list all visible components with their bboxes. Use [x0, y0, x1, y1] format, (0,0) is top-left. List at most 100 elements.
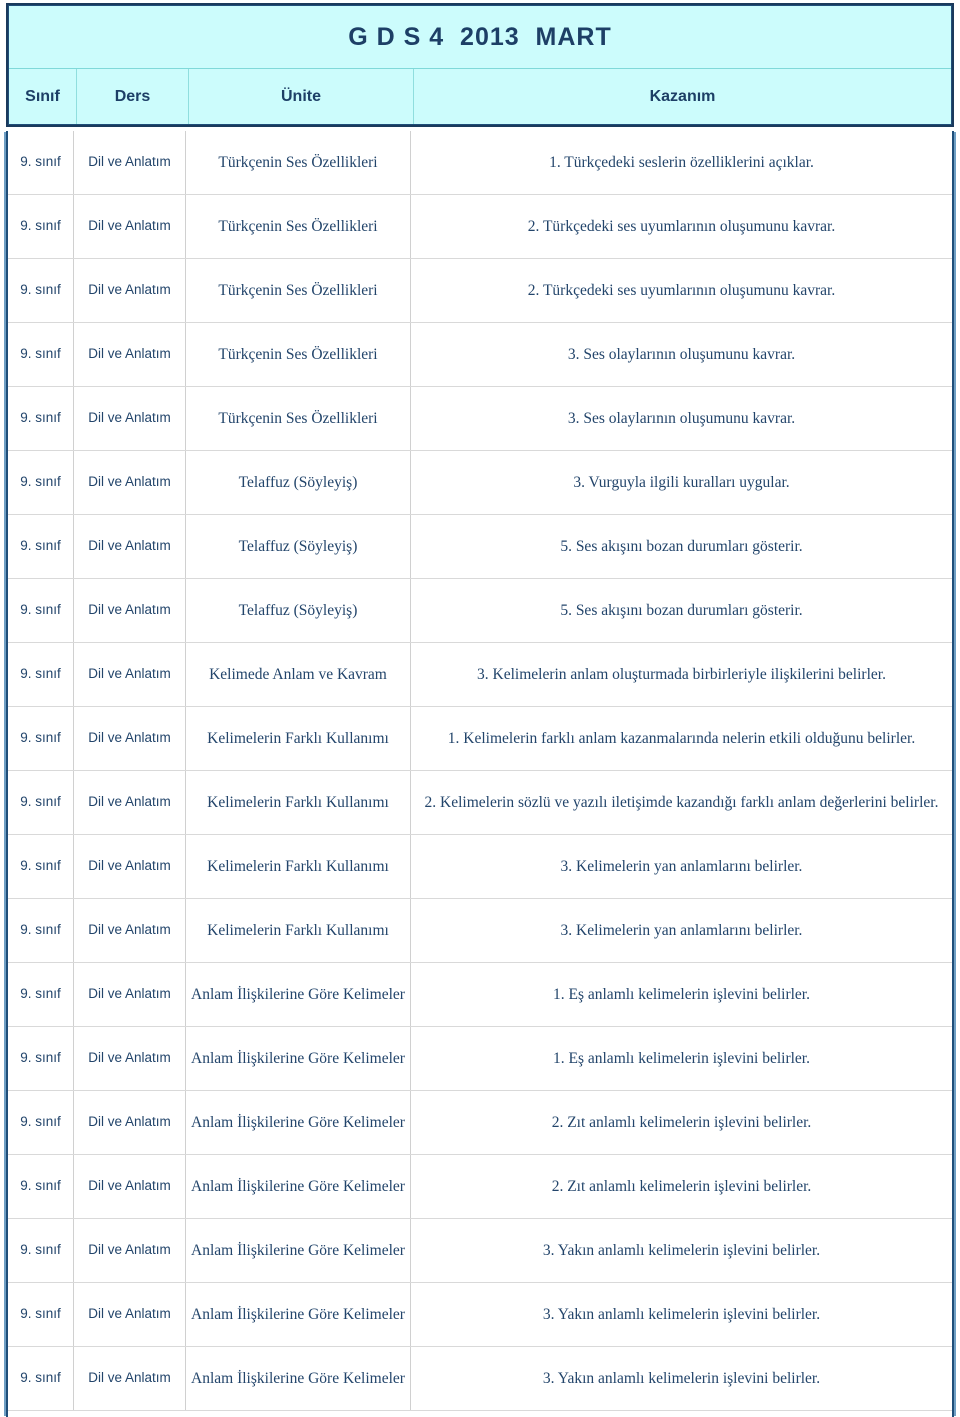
cell-unite: Türkçenin Ses Özellikleri	[186, 259, 411, 322]
cell-ders: Dil ve Anlatım	[74, 1155, 186, 1218]
table-row: 9. sınıf Dil ve Anlatım Kelimelerin Farklı…	[8, 771, 952, 835]
cell-kazanim: 2. Zıt anlamlı kelimelerin işlevini beli…	[551, 1113, 812, 1131]
cell-unite: Kelimelerin Farklı Kullanımı	[186, 835, 411, 898]
cell-kazanim: 5. Ses akışını bozan durumları gösterir.	[560, 601, 803, 619]
cell-unite: Telaffuz (Söyleyiş)	[186, 451, 411, 514]
cell-kazanim: 2. Kelimelerin sözlü ve yazılı iletişimd…	[424, 793, 939, 811]
table-header-inner: G D S 4 2013 MART Sınıf Ders Ünite Kazan…	[8, 5, 952, 125]
cell-ders: Dil ve Anlatım	[74, 771, 186, 834]
cell-sinif: 9. sınıf	[8, 451, 74, 514]
cell-unite: Telaffuz (Söyleyiş)	[186, 579, 411, 642]
cell-unite: Türkçenin Ses Özellikleri	[186, 131, 411, 194]
table-row: 9. sınıf Dil ve Anlatım Anlam İlişkilerine…	[8, 963, 952, 1027]
cell-unite: Anlam İlişkilerine Göre Kelimeler	[186, 1219, 411, 1282]
cell-ders: Dil ve Anlatım	[74, 515, 186, 578]
column-header-unite: Ünite	[189, 69, 414, 124]
cell-unite: Anlam İlişkilerine Göre Kelimeler	[186, 1283, 411, 1346]
table-row: 9. sınıf Dil ve Anlatım Telaffuz (Söyleyiş…	[8, 451, 952, 515]
cell-kazanim: 3. Yakın anlamlı kelimelerin işlevini be…	[542, 1241, 821, 1259]
table-row: 9. sınıf Dil ve Anlatım Kelimelerin Farklı…	[8, 899, 952, 963]
cell-sinif: 9. sınıf	[8, 1091, 74, 1154]
cell-unite: Türkçenin Ses Özellikleri	[186, 387, 411, 450]
cell-ders: Dil ve Anlatım	[74, 963, 186, 1026]
cell-ders: Dil ve Anlatım	[74, 1091, 186, 1154]
cell-sinif: 9. sınıf	[8, 1027, 74, 1090]
cell-unite: Kelimelerin Farklı Kullanımı	[186, 899, 411, 962]
table-row: 9. sınıf Dil ve Anlatım Telaffuz (Söyleyiş…	[8, 515, 952, 579]
cell-kazanim: 3. Kelimelerin anlam oluşturmada birbirl…	[477, 665, 886, 683]
cell-sinif: 9. sınıf	[8, 835, 74, 898]
table-column-header-row: Sınıf Ders Ünite Kazanım	[9, 69, 951, 124]
cell-ders: Dil ve Anlatım	[74, 1283, 186, 1346]
cell-sinif: 9. sınıf	[8, 963, 74, 1026]
cell-sinif: 9. sınıf	[8, 387, 74, 450]
cell-sinif: 9. sınıf	[8, 323, 74, 386]
cell-ders: Dil ve Anlatım	[74, 451, 186, 514]
cell-unite: Kelimede Anlam ve Kavram	[186, 643, 411, 706]
cell-sinif: 9. sınıf	[8, 195, 74, 258]
cell-ders: Dil ve Anlatım	[74, 1347, 186, 1410]
table-row: 9. sınıf Dil ve Anlatım Kelimelerin Farklı…	[8, 707, 952, 771]
cell-ders: Dil ve Anlatım	[74, 1219, 186, 1282]
cell-sinif: 9. sınıf	[8, 515, 74, 578]
cell-unite: Kelimelerin Farklı Kullanımı	[186, 771, 411, 834]
cell-ders: Dil ve Anlatım	[74, 899, 186, 962]
cell-sinif: 9. sınıf	[8, 899, 74, 962]
table-row: 9. sınıf Dil ve Anlatım Türkçenin Ses Özel…	[8, 131, 952, 195]
cell-unite: Anlam İlişkilerine Göre Kelimeler	[186, 1027, 411, 1090]
cell-kazanim: 1. Türkçedeki seslerin özelliklerini açı…	[549, 153, 814, 171]
table-row: 9. sınıf Dil ve Anlatım Kelimelerin Farklı…	[8, 835, 952, 899]
column-header-ders: Ders	[77, 69, 189, 124]
cell-ders: Dil ve Anlatım	[74, 835, 186, 898]
cell-ders: Dil ve Anlatım	[74, 643, 186, 706]
cell-kazanim: 1. Eş anlamlı kelimelerin işlevini belir…	[553, 985, 810, 1003]
cell-unite: Telaffuz (Söyleyiş)	[186, 515, 411, 578]
table-row: 9. sınıf Dil ve Anlatım Anlam İlişkilerine…	[8, 1219, 952, 1283]
cell-sinif: 9. sınıf	[8, 771, 74, 834]
table-row: 9. sınıf Dil ve Anlatım Anlam İlişkilerine…	[8, 1283, 952, 1347]
cell-sinif: 9. sınıf	[8, 259, 74, 322]
cell-ders: Dil ve Anlatım	[74, 387, 186, 450]
page-title: G D S 4 2013 MART	[348, 22, 612, 51]
cell-unite: Türkçenin Ses Özellikleri	[186, 195, 411, 258]
cell-kazanim: 2. Türkçedeki ses uyumlarının oluşumunu …	[527, 281, 836, 299]
cell-kazanim: 3. Vurguyla ilgili kuralları uygular.	[573, 473, 790, 491]
table-row: 9. sınıf Dil ve Anlatım Türkçenin Ses Özel…	[8, 323, 952, 387]
cell-unite: Anlam İlişkilerine Göre Kelimeler	[186, 1155, 411, 1218]
cell-unite: Anlam İlişkilerine Göre Kelimeler	[186, 963, 411, 1026]
cell-kazanim: 3. Kelimelerin yan anlamlarını belirler.	[560, 857, 803, 875]
cell-unite: Türkçenin Ses Özellikleri	[186, 323, 411, 386]
table-row: 9. sınıf Dil ve Anlatım Telaffuz (Söyleyiş…	[8, 579, 952, 643]
cell-kazanim: 2. Zıt anlamlı kelimelerin işlevini beli…	[551, 1177, 812, 1195]
cell-ders: Dil ve Anlatım	[74, 323, 186, 386]
cell-kazanim: 1. Kelimelerin farklı anlam kazanmaların…	[447, 729, 916, 747]
cell-sinif: 9. sınıf	[8, 1283, 74, 1346]
table-header-block: G D S 4 2013 MART Sınıf Ders Ünite Kazan…	[6, 3, 954, 127]
cell-kazanim: 5. Ses akışını bozan durumları gösterir.	[560, 537, 803, 555]
cell-sinif: 9. sınıf	[8, 579, 74, 642]
table-row: 9. sınıf Dil ve Anlatım Türkçenin Ses Özel…	[8, 195, 952, 259]
cell-kazanim: 3. Yakın anlamlı kelimelerin işlevini be…	[542, 1305, 821, 1323]
cell-ders: Dil ve Anlatım	[74, 579, 186, 642]
cell-sinif: 9. sınıf	[8, 1219, 74, 1282]
cell-unite: Anlam İlişkilerine Göre Kelimeler	[186, 1091, 411, 1154]
table-row: 9. sınıf Dil ve Anlatım Anlam İlişkilerine…	[8, 1155, 952, 1219]
table-row: 9. sınıf Dil ve Anlatım Anlam İlişkilerine…	[8, 1027, 952, 1091]
cell-kazanim: 3. Ses olaylarının oluşumunu kavrar.	[567, 409, 796, 427]
cell-ders: Dil ve Anlatım	[74, 707, 186, 770]
cell-kazanim: 3. Ses olaylarının oluşumunu kavrar.	[567, 345, 796, 363]
cell-kazanim: 3. Yakın anlamlı kelimelerin işlevini be…	[542, 1369, 821, 1387]
cell-unite: Anlam İlişkilerine Göre Kelimeler	[186, 1347, 411, 1410]
cell-sinif: 9. sınıf	[8, 643, 74, 706]
table-row: 9. sınıf Dil ve Anlatım Türkçenin Ses Özel…	[8, 259, 952, 323]
cell-kazanim: 2. Türkçedeki ses uyumlarının oluşumunu …	[527, 217, 836, 235]
table-row: 9. sınıf Dil ve Anlatım Türkçenin Ses Özel…	[8, 387, 952, 451]
cell-sinif: 9. sınıf	[8, 131, 74, 194]
cell-unite: Kelimelerin Farklı Kullanımı	[186, 707, 411, 770]
cell-sinif: 9. sınıf	[8, 1155, 74, 1218]
table-row: 9. sınıf Dil ve Anlatım Anlam İlişkilerine…	[8, 1347, 952, 1411]
cell-kazanim: 3. Kelimelerin yan anlamlarını belirler.	[560, 921, 803, 939]
document-page: G D S 4 2013 MART Sınıf Ders Ünite Kazan…	[0, 3, 960, 1417]
cell-ders: Dil ve Anlatım	[74, 259, 186, 322]
table-row: 9. sınıf Dil ve Anlatım Anlam İlişkilerine…	[8, 1091, 952, 1155]
